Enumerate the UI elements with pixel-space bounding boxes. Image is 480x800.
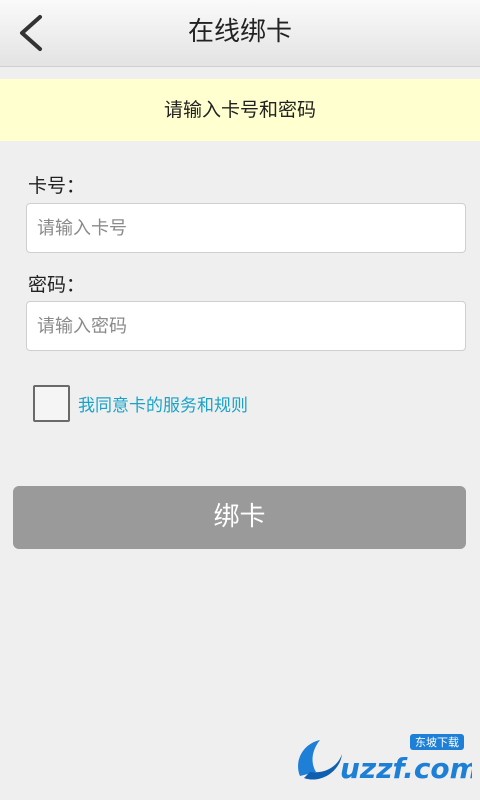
bind-card-button[interactable]: 绑卡 [13,486,466,549]
notice-banner: 请输入卡号和密码 [0,79,480,141]
password-input[interactable] [26,301,466,351]
password-label: 密码： [28,274,86,296]
watermark-brand: uzzf.com [340,752,472,785]
card-number-input[interactable] [26,203,466,253]
agreement-row: 我同意卡的服务和规则 [33,385,248,422]
header-bar: 在线绑卡 [0,0,480,67]
chevron-left-icon [20,15,42,51]
watermark-logo: 东坡下载 uzzf.com [298,734,472,785]
back-button[interactable] [6,6,56,60]
agreement-link[interactable]: 我同意卡的服务和规则 [78,391,248,416]
logo-swoosh-icon [298,740,342,780]
page-title: 在线绑卡 [187,17,292,47]
agree-checkbox[interactable] [33,385,70,422]
card-number-label: 卡号： [28,175,86,197]
watermark-tag: 东坡下载 [415,736,459,749]
